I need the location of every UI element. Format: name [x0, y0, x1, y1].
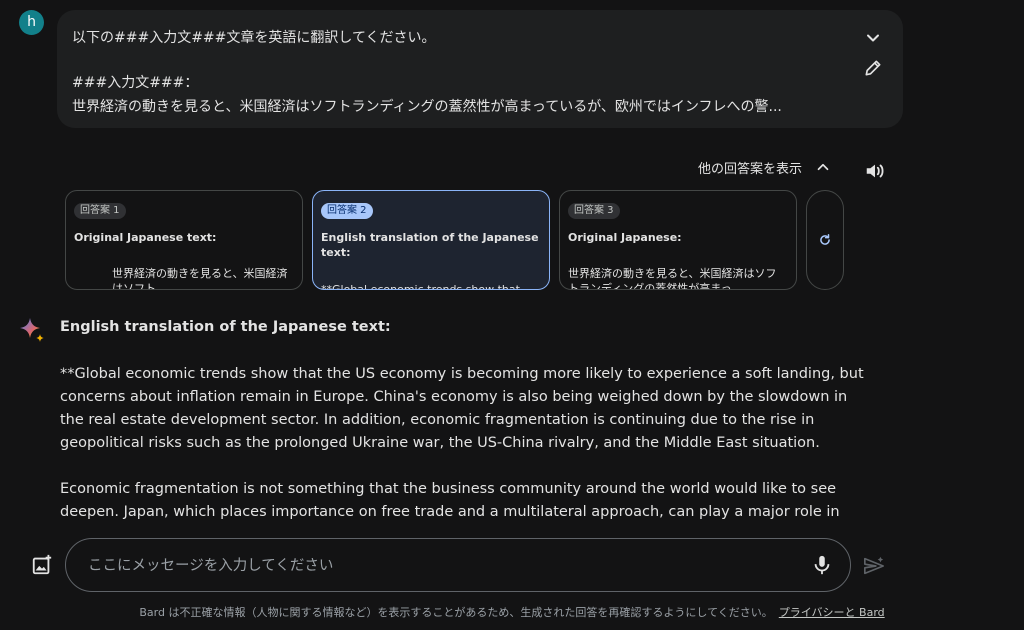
message-input[interactable]: [86, 553, 790, 579]
draft-card-1[interactable]: 回答案 1 Original Japanese text: 世界経済の動きを見る…: [65, 190, 303, 290]
user-prompt-bubble: 以下の###入力文###文章を英語に翻訳してください。 ###入力文###： 世…: [57, 10, 903, 128]
draft-preview: 世界経済の動きを見ると、米国経済はソフト: [112, 267, 288, 290]
refresh-icon: [820, 233, 830, 245]
chevron-down-icon[interactable]: [863, 28, 883, 48]
edit-pencil-icon[interactable]: [863, 58, 883, 78]
chevron-up-icon: [817, 163, 829, 171]
prompt-line-label: ###入力文###：: [72, 75, 199, 91]
draft-card-3[interactable]: 回答案 3 Original Japanese: 世界経済の動きを見ると、米国経…: [559, 190, 797, 290]
draft-badge: 回答案 1: [74, 203, 126, 219]
disclaimer-footer: Bard は不正確な情報（人物に関する情報など）を表示することがあるため、生成さ…: [0, 604, 1024, 620]
show-drafts-toggle[interactable]: 他の回答案を表示: [698, 157, 832, 177]
prompt-line-1: 以下の###入力文###文章を英語に翻訳してください。: [72, 30, 436, 46]
show-drafts-label: 他の回答案を表示: [698, 161, 803, 177]
disclaimer-text: Bard は不正確な情報（人物に関する情報など）を表示することがあるため、生成さ…: [139, 606, 773, 619]
sparkle-icon: [20, 318, 44, 342]
response-paragraph-2: Economic fragmentation is not something …: [60, 481, 840, 520]
draft-badge: 回答案 3: [568, 203, 620, 219]
regenerate-drafts-button[interactable]: [806, 190, 844, 290]
draft-title: English translation of the Japanese text…: [321, 231, 539, 259]
speaker-icon[interactable]: [864, 160, 886, 182]
send-icon[interactable]: [862, 555, 886, 577]
user-avatar: h: [19, 10, 44, 35]
privacy-link[interactable]: プライバシーと Bard: [779, 606, 885, 619]
prompt-line-text: 世界経済の動きを見ると、米国経済はソフトランディングの蓋然性が高まっているが、欧…: [72, 99, 782, 115]
draft-card-2[interactable]: 回答案 2 English translation of the Japanes…: [312, 190, 550, 290]
microphone-icon[interactable]: [811, 554, 833, 576]
add-image-icon[interactable]: [31, 554, 53, 576]
message-input-container: [65, 538, 851, 592]
draft-preview: 世界経済の動きを見ると、米国経済はソフトランディングの蓋然性が高まっ: [568, 267, 777, 290]
draft-badge: 回答案 2: [321, 203, 373, 219]
response-title: English translation of the Japanese text…: [60, 319, 391, 335]
draft-title: Original Japanese text:: [74, 231, 217, 244]
response-paragraph-1: **Global economic trends show that the U…: [60, 366, 864, 451]
draft-preview: **Global economic trends show that: [321, 283, 520, 290]
draft-title: Original Japanese:: [568, 231, 682, 244]
